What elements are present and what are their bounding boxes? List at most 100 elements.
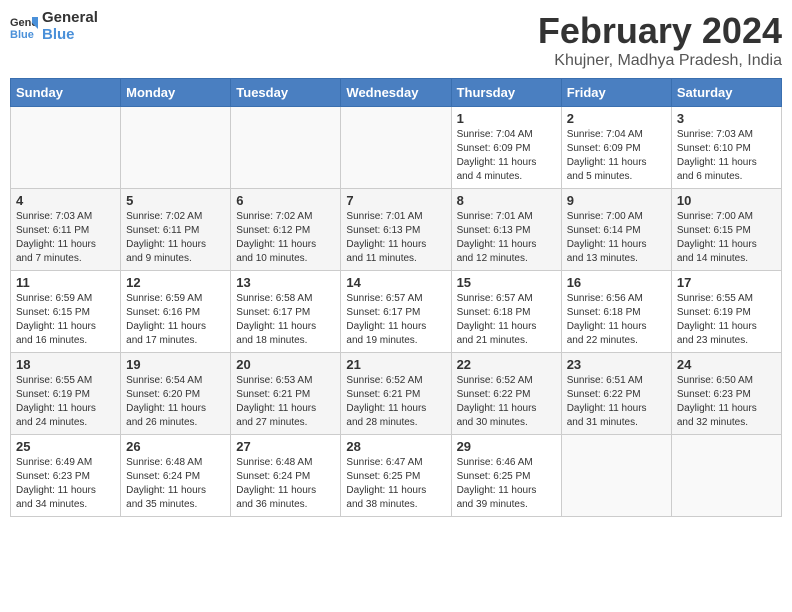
subtitle: Khujner, Madhya Pradesh, India [538,52,782,70]
day-number: 12 [126,275,225,290]
day-number: 21 [346,357,445,372]
day-info: Sunrise: 7:00 AM Sunset: 6:14 PM Dayligh… [567,210,666,266]
day-number: 26 [126,439,225,454]
day-number: 14 [346,275,445,290]
header: General Blue General Blue February 2024 … [10,10,782,70]
logo-line2: Blue [42,27,98,44]
day-info: Sunrise: 7:01 AM Sunset: 6:13 PM Dayligh… [457,210,556,266]
day-info: Sunrise: 6:52 AM Sunset: 6:22 PM Dayligh… [457,374,556,430]
title-area: February 2024 Khujner, Madhya Pradesh, I… [538,10,782,70]
calendar-cell [561,435,671,517]
day-info: Sunrise: 6:49 AM Sunset: 6:23 PM Dayligh… [16,456,115,512]
day-info: Sunrise: 6:52 AM Sunset: 6:21 PM Dayligh… [346,374,445,430]
calendar-cell: 14 Sunrise: 6:57 AM Sunset: 6:17 PM Dayli… [341,271,451,353]
calendar-cell: 6 Sunrise: 7:02 AM Sunset: 6:12 PM Daylig… [231,189,341,271]
day-number: 4 [16,193,115,208]
day-info: Sunrise: 7:02 AM Sunset: 6:11 PM Dayligh… [126,210,225,266]
day-number: 15 [457,275,556,290]
calendar-cell: 25 Sunrise: 6:49 AM Sunset: 6:23 PM Dayli… [11,435,121,517]
day-number: 29 [457,439,556,454]
calendar-cell: 9 Sunrise: 7:00 AM Sunset: 6:14 PM Daylig… [561,189,671,271]
calendar-cell: 28Sunrise: 6:47 AM Sunset: 6:25 PM Dayli… [341,435,451,517]
day-info: Sunrise: 6:46 AM Sunset: 6:25 PM Dayligh… [457,456,556,512]
calendar-body: 1 Sunrise: 7:04 AM Sunset: 6:09 PM Daylig… [11,107,782,517]
calendar-cell: 23Sunrise: 6:51 AM Sunset: 6:22 PM Dayli… [561,353,671,435]
day-info: Sunrise: 6:57 AM Sunset: 6:18 PM Dayligh… [457,292,556,348]
day-number: 5 [126,193,225,208]
calendar-cell: 3 Sunrise: 7:03 AM Sunset: 6:10 PM Daylig… [671,107,781,189]
calendar-week: 25 Sunrise: 6:49 AM Sunset: 6:23 PM Dayli… [11,435,782,517]
day-number: 18 [16,357,115,372]
day-info: Sunrise: 6:58 AM Sunset: 6:17 PM Dayligh… [236,292,335,348]
calendar-cell: 13Sunrise: 6:58 AM Sunset: 6:17 PM Dayli… [231,271,341,353]
day-info: Sunrise: 6:51 AM Sunset: 6:22 PM Dayligh… [567,374,666,430]
day-info: Sunrise: 6:56 AM Sunset: 6:18 PM Dayligh… [567,292,666,348]
day-header: Thursday [451,79,561,107]
calendar-cell: 20 Sunrise: 6:53 AM Sunset: 6:21 PM Dayli… [231,353,341,435]
day-number: 16 [567,275,666,290]
day-info: Sunrise: 7:00 AM Sunset: 6:15 PM Dayligh… [677,210,776,266]
logo-line1: General [42,10,98,27]
day-info: Sunrise: 6:59 AM Sunset: 6:15 PM Dayligh… [16,292,115,348]
calendar-cell: 12 Sunrise: 6:59 AM Sunset: 6:16 PM Dayli… [121,271,231,353]
calendar-cell: 8 Sunrise: 7:01 AM Sunset: 6:13 PM Daylig… [451,189,561,271]
day-number: 7 [346,193,445,208]
day-info: Sunrise: 6:48 AM Sunset: 6:24 PM Dayligh… [126,456,225,512]
calendar-cell: 15 Sunrise: 6:57 AM Sunset: 6:18 PM Dayli… [451,271,561,353]
day-number: 11 [16,275,115,290]
calendar-week: 18 Sunrise: 6:55 AM Sunset: 6:19 PM Dayli… [11,353,782,435]
logo-icon: General Blue [10,13,38,41]
day-header: Saturday [671,79,781,107]
day-header: Tuesday [231,79,341,107]
header-row: SundayMondayTuesdayWednesdayThursdayFrid… [11,79,782,107]
day-info: Sunrise: 7:03 AM Sunset: 6:10 PM Dayligh… [677,128,776,184]
calendar-week: 4 Sunrise: 7:03 AM Sunset: 6:11 PM Daylig… [11,189,782,271]
calendar-cell: 29 Sunrise: 6:46 AM Sunset: 6:25 PM Dayli… [451,435,561,517]
calendar-cell [341,107,451,189]
day-number: 22 [457,357,556,372]
day-number: 9 [567,193,666,208]
day-number: 25 [16,439,115,454]
day-number: 2 [567,111,666,126]
calendar-week: 11 Sunrise: 6:59 AM Sunset: 6:15 PM Dayli… [11,271,782,353]
calendar-cell: 16 Sunrise: 6:56 AM Sunset: 6:18 PM Dayli… [561,271,671,353]
calendar-header: SundayMondayTuesdayWednesdayThursdayFrid… [11,79,782,107]
day-number: 27 [236,439,335,454]
day-info: Sunrise: 6:55 AM Sunset: 6:19 PM Dayligh… [16,374,115,430]
day-info: Sunrise: 7:03 AM Sunset: 6:11 PM Dayligh… [16,210,115,266]
calendar-cell: 5 Sunrise: 7:02 AM Sunset: 6:11 PM Daylig… [121,189,231,271]
day-number: 19 [126,357,225,372]
day-number: 8 [457,193,556,208]
svg-text:Blue: Blue [10,29,34,41]
calendar-week: 1 Sunrise: 7:04 AM Sunset: 6:09 PM Daylig… [11,107,782,189]
day-header: Monday [121,79,231,107]
day-header: Friday [561,79,671,107]
day-info: Sunrise: 6:57 AM Sunset: 6:17 PM Dayligh… [346,292,445,348]
day-info: Sunrise: 6:50 AM Sunset: 6:23 PM Dayligh… [677,374,776,430]
day-number: 6 [236,193,335,208]
calendar-cell: 17 Sunrise: 6:55 AM Sunset: 6:19 PM Dayli… [671,271,781,353]
day-number: 3 [677,111,776,126]
calendar-cell: 7Sunrise: 7:01 AM Sunset: 6:13 PM Daylig… [341,189,451,271]
calendar-cell: 24 Sunrise: 6:50 AM Sunset: 6:23 PM Dayli… [671,353,781,435]
calendar-cell [121,107,231,189]
day-header: Sunday [11,79,121,107]
calendar-cell: 22 Sunrise: 6:52 AM Sunset: 6:22 PM Dayli… [451,353,561,435]
day-number: 1 [457,111,556,126]
calendar-cell: 11 Sunrise: 6:59 AM Sunset: 6:15 PM Dayli… [11,271,121,353]
day-info: Sunrise: 7:04 AM Sunset: 6:09 PM Dayligh… [567,128,666,184]
day-info: Sunrise: 6:59 AM Sunset: 6:16 PM Dayligh… [126,292,225,348]
day-number: 17 [677,275,776,290]
calendar-cell: 26 Sunrise: 6:48 AM Sunset: 6:24 PM Dayli… [121,435,231,517]
day-number: 20 [236,357,335,372]
day-number: 10 [677,193,776,208]
calendar-cell [231,107,341,189]
day-info: Sunrise: 7:02 AM Sunset: 6:12 PM Dayligh… [236,210,335,266]
day-info: Sunrise: 6:53 AM Sunset: 6:21 PM Dayligh… [236,374,335,430]
day-info: Sunrise: 6:55 AM Sunset: 6:19 PM Dayligh… [677,292,776,348]
day-header: Wednesday [341,79,451,107]
logo: General Blue General Blue [10,10,98,43]
calendar-cell: 19Sunrise: 6:54 AM Sunset: 6:20 PM Dayli… [121,353,231,435]
day-number: 24 [677,357,776,372]
calendar-cell: 21 Sunrise: 6:52 AM Sunset: 6:21 PM Dayli… [341,353,451,435]
